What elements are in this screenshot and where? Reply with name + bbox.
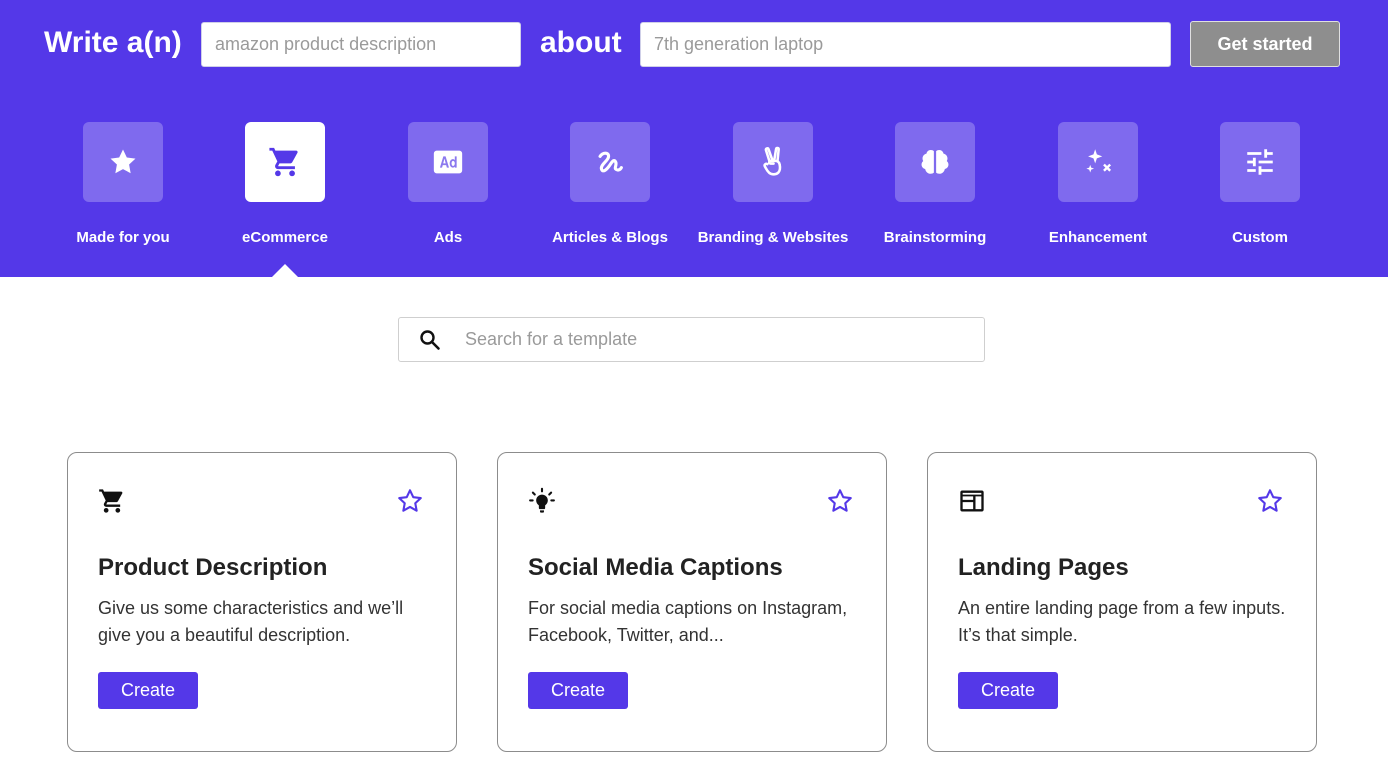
- create-button[interactable]: Create: [98, 672, 198, 709]
- category-label: eCommerce: [242, 229, 328, 246]
- card-description: For social media captions on Instagram, …: [528, 598, 848, 645]
- template-card-social-media-captions: Social Media Captions For social media c…: [497, 452, 887, 752]
- favorite-star-icon[interactable]: [826, 487, 854, 515]
- category-tile: [570, 122, 650, 202]
- category-tile: [408, 122, 488, 202]
- brain-icon: [921, 149, 949, 174]
- sparkles-icon: [1086, 149, 1112, 173]
- category-label: Enhancement: [1048, 229, 1148, 246]
- search-input[interactable]: [465, 318, 965, 361]
- category-label: Articles & Blogs: [552, 229, 668, 246]
- category-brainstorming[interactable]: Brainstorming: [855, 122, 1015, 252]
- category-tile: [733, 122, 813, 202]
- category-tile: [83, 122, 163, 202]
- category-made-for-you[interactable]: Made for you: [43, 122, 203, 252]
- favorite-star-icon[interactable]: [1256, 487, 1284, 515]
- star-icon: [110, 149, 136, 174]
- category-label: Branding & Websites: [697, 229, 849, 246]
- shopping-cart-icon: [269, 147, 298, 177]
- card-description: Give us some characteristics and we’ll g…: [98, 598, 404, 645]
- write-label: Write a(n): [44, 26, 182, 59]
- content-type-input[interactable]: [201, 22, 521, 67]
- template-card-product-description: Product Description Give us some charact…: [67, 452, 457, 752]
- ad-icon: [433, 150, 463, 174]
- category-branding-websites[interactable]: Branding & Websites: [693, 122, 853, 252]
- peace-hand-icon: [763, 146, 782, 176]
- card-title: Landing Pages: [958, 554, 1129, 581]
- topic-input[interactable]: [640, 22, 1171, 67]
- hero-banner: Write a(n) about Get started Made for yo…: [0, 0, 1388, 277]
- category-tile: [245, 122, 325, 202]
- category-label: Made for you: [76, 229, 170, 246]
- squiggle-icon: [598, 151, 623, 173]
- create-button[interactable]: Create: [958, 672, 1058, 709]
- template-search[interactable]: [398, 317, 985, 362]
- favorite-star-icon[interactable]: [396, 487, 424, 515]
- card-title: Social Media Captions: [528, 554, 783, 581]
- category-tile: [1058, 122, 1138, 202]
- web-page-icon: [960, 490, 984, 512]
- category-ads[interactable]: Ads: [368, 122, 528, 252]
- card-title: Product Description: [98, 554, 328, 581]
- category-label: Ads: [433, 229, 463, 246]
- category-tile: [895, 122, 975, 202]
- active-category-pointer: [272, 264, 298, 277]
- category-tile: [1220, 122, 1300, 202]
- search-icon: [420, 330, 440, 350]
- category-label: Custom: [1232, 229, 1288, 246]
- category-enhancement[interactable]: Enhancement: [1018, 122, 1178, 252]
- card-description: An entire landing page from a few inputs…: [958, 598, 1286, 645]
- category-label: Brainstorming: [883, 229, 987, 246]
- category-custom[interactable]: Custom: [1180, 122, 1340, 252]
- lightbulb-icon: [529, 487, 555, 513]
- get-started-button[interactable]: Get started: [1190, 21, 1340, 67]
- sliders-icon: [1247, 149, 1273, 175]
- category-ecommerce[interactable]: eCommerce: [205, 122, 365, 252]
- shopping-cart-icon: [99, 489, 123, 513]
- template-card-landing-pages: Landing Pages An entire landing page fro…: [927, 452, 1317, 752]
- create-button[interactable]: Create: [528, 672, 628, 709]
- about-label: about: [540, 26, 622, 59]
- category-articles-blogs[interactable]: Articles & Blogs: [530, 122, 690, 252]
